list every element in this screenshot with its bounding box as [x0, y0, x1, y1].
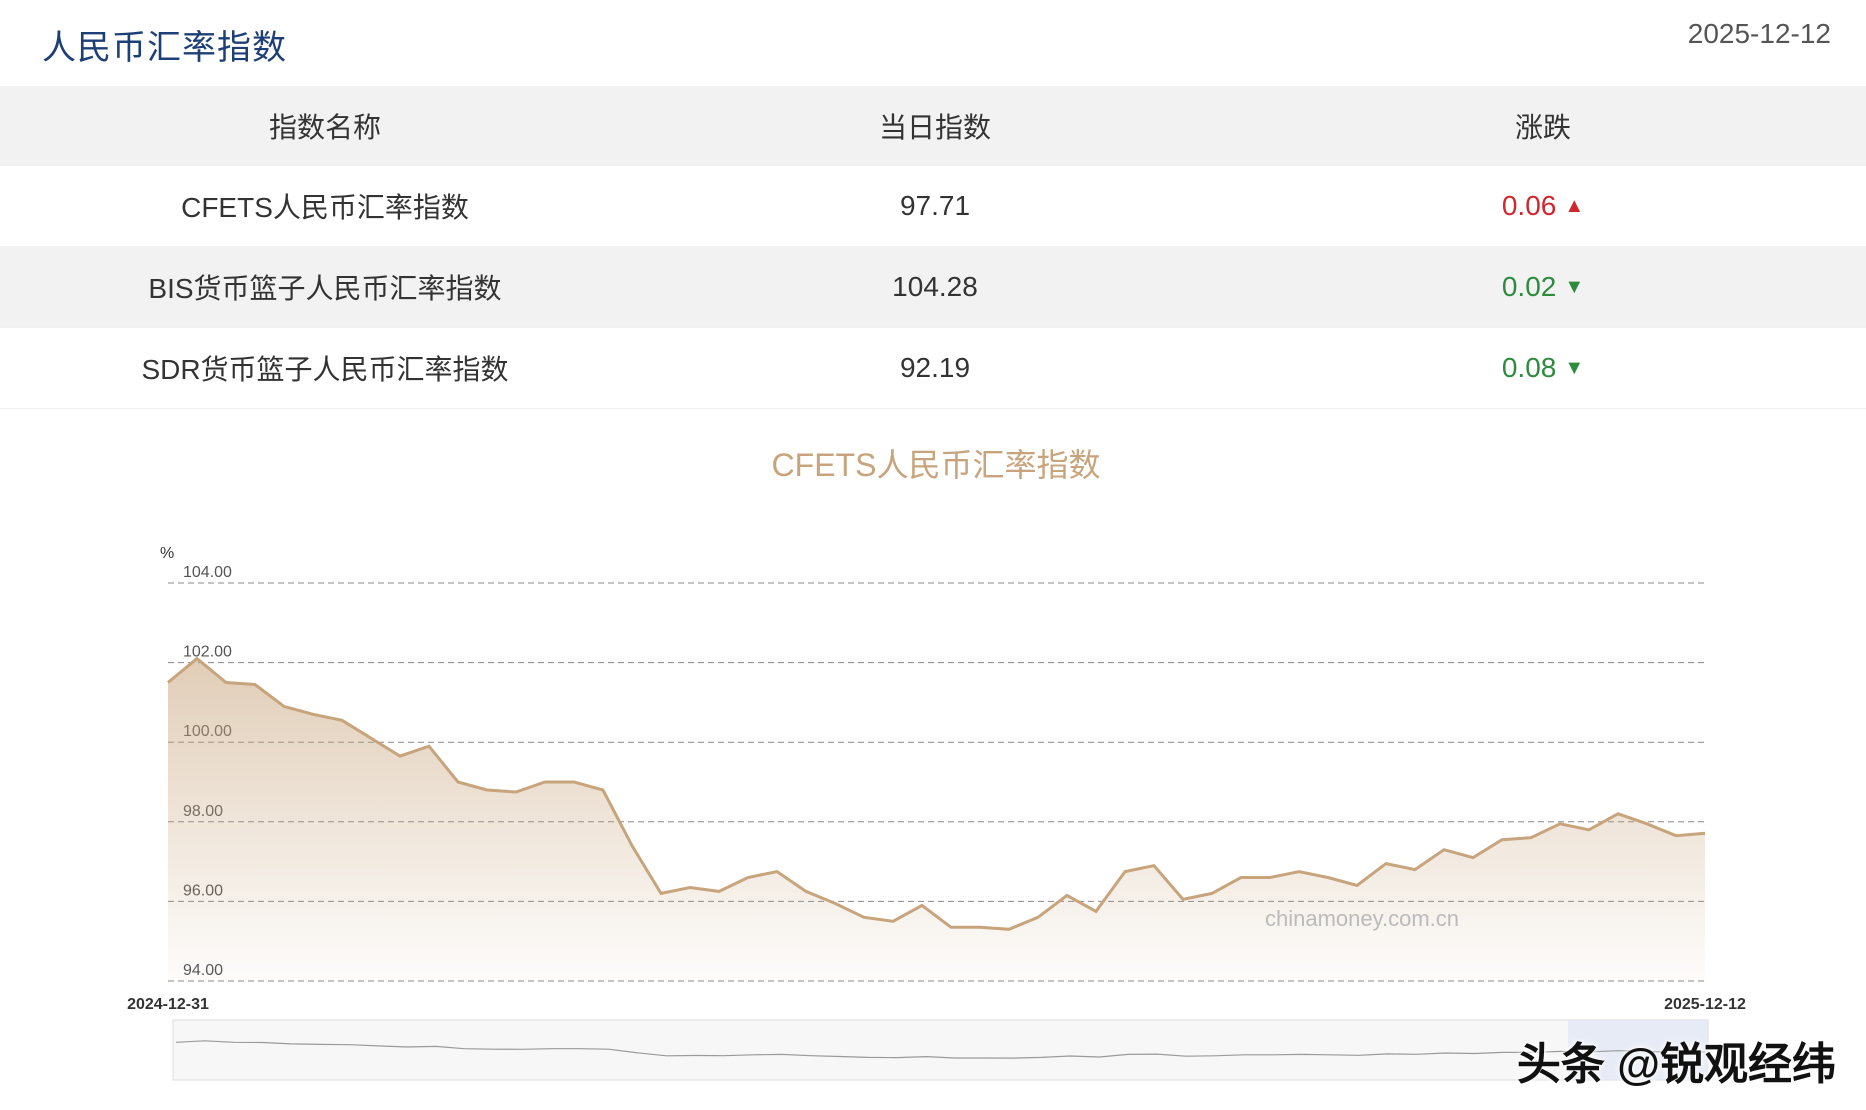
series-area [168, 658, 1705, 981]
index-name[interactable]: CFETS人民币汇率指数 [0, 166, 650, 247]
index-change-cell: 0.06 ▲ [1220, 166, 1866, 247]
page-title: 人民币汇率指数 [42, 29, 287, 67]
y-tick-label: 104.00 [183, 564, 232, 581]
triangle-down-icon: ▼ [1564, 276, 1585, 298]
index-table: 指数名称 当日指数 涨跌 CFETS人民币汇率指数 97.71 0.06 ▲ B… [0, 86, 1866, 409]
chart-title: CFETS人民币汇率指数 [772, 447, 1101, 483]
table-header-row: 指数名称 当日指数 涨跌 [0, 86, 1866, 166]
brand-watermark: 头条 @锐观经纬 [1516, 1040, 1836, 1089]
page-date: 2025-12-12 [1687, 18, 1831, 49]
index-name[interactable]: BIS货币篮子人民币汇率指数 [0, 247, 650, 328]
range-navigator[interactable] [172, 1019, 1709, 1081]
index-name[interactable]: SDR货币篮子人民币汇率指数 [0, 328, 650, 409]
change-value: 0.08 [1501, 352, 1557, 383]
table-row[interactable]: BIS货币篮子人民币汇率指数 104.28 0.02 ▼ [0, 246, 1866, 328]
y-axis-unit: % [160, 545, 174, 562]
index-change: 0.06 ▲ [1502, 190, 1584, 222]
triangle-up-icon: ▲ [1564, 195, 1585, 217]
cfets-index-chart[interactable]: CFETS人民币汇率指数 % 104.00102.00100.0098.0096… [0, 440, 1866, 1100]
index-value: 92.19 [899, 352, 971, 383]
column-header-name: 指数名称 [268, 112, 381, 143]
navigator-frame[interactable] [172, 1019, 1709, 1081]
change-value: 0.06 [1501, 190, 1557, 221]
index-value: 97.71 [899, 190, 971, 221]
table-row[interactable]: SDR货币篮子人民币汇率指数 92.19 0.08 ▼ [0, 328, 1866, 409]
x-axis-start-label: 2024-12-31 [127, 996, 209, 1013]
header: 人民币汇率指数 2025-12-12 [0, 0, 1866, 84]
table-row[interactable]: CFETS人民币汇率指数 97.71 0.06 ▲ [0, 166, 1866, 247]
triangle-down-icon: ▼ [1564, 357, 1585, 379]
change-value: 0.02 [1501, 271, 1557, 302]
index-change-cell: 0.08 ▼ [1220, 328, 1866, 409]
index-value: 104.28 [892, 271, 978, 302]
chart-watermark: chinamoney.com.cn [1265, 906, 1459, 931]
index-change-cell: 0.02 ▼ [1220, 247, 1866, 328]
y-tick-label: 102.00 [183, 644, 232, 661]
column-header-change: 涨跌 [1514, 112, 1571, 143]
x-axis-end-label: 2025-12-12 [1664, 996, 1746, 1013]
column-header-value: 当日指数 [878, 112, 991, 143]
index-change: 0.02 ▼ [1502, 271, 1584, 303]
index-change: 0.08 ▼ [1502, 352, 1584, 384]
